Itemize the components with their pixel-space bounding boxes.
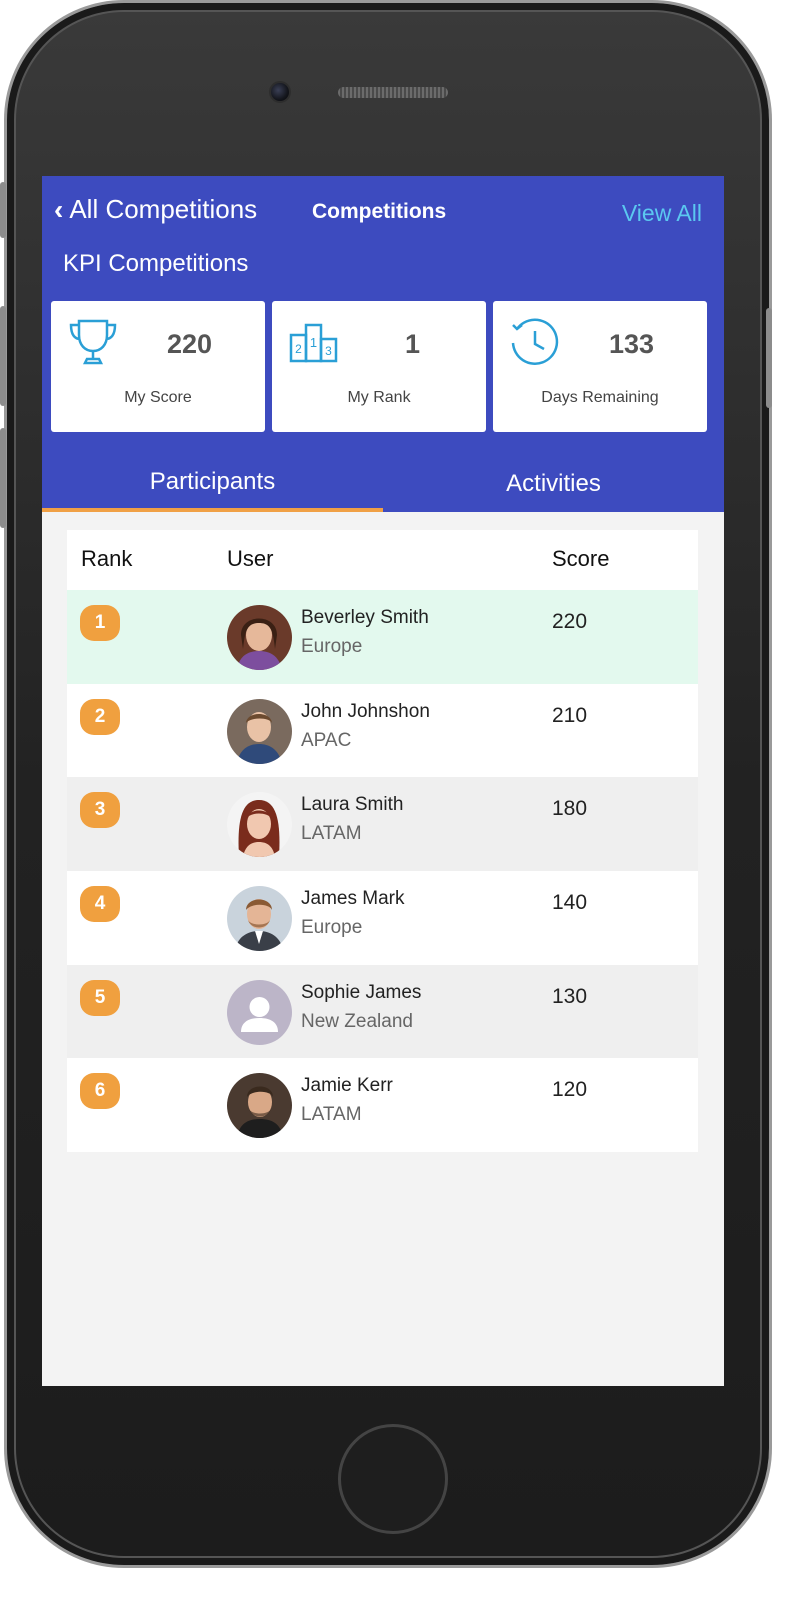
table-row[interactable]: 5 Sophie James New Zealand 130	[67, 964, 698, 1059]
user-name: John Johnshon	[301, 700, 430, 722]
user-name: James Mark	[301, 888, 405, 910]
page-title: Competitions	[312, 200, 447, 223]
days-remaining-label: Days Remaining	[541, 389, 659, 406]
tab-bar: Participants Activities	[42, 456, 724, 512]
trophy-icon	[69, 319, 117, 365]
avatar	[227, 886, 292, 952]
home-button[interactable]	[338, 1424, 448, 1534]
user-name: Jamie Kerr	[301, 1075, 393, 1097]
column-header-user: User	[227, 546, 274, 571]
volume-up-button	[0, 306, 6, 406]
score-value: 120	[552, 1078, 588, 1102]
rank-badge: 4	[80, 886, 120, 923]
my-score-card: 220 My Score	[51, 301, 265, 432]
table-row[interactable]: 1 Beverley Smith Europe 220	[67, 590, 698, 684]
my-rank-value: 1	[405, 329, 421, 359]
days-remaining-card: 133 Days Remaining	[493, 301, 707, 432]
app-screen: ‹ All Competitions Competitions View All…	[42, 176, 724, 1386]
svg-text:2: 2	[295, 342, 302, 356]
my-rank-label: My Rank	[347, 389, 411, 406]
user-region: Europe	[301, 917, 363, 939]
score-value: 220	[552, 610, 588, 633]
avatar	[227, 1073, 292, 1139]
score-value: 180	[552, 797, 588, 821]
score-value: 210	[552, 703, 588, 727]
back-to-all-competitions-link[interactable]: ‹ All Competitions	[54, 194, 257, 225]
podium-icon: 1 2 3	[289, 323, 338, 363]
avatar	[227, 605, 292, 670]
competition-name: KPI Competitions	[63, 250, 249, 277]
user-name: Beverley Smith	[301, 607, 429, 628]
my-score-value: 220	[167, 329, 213, 359]
user-region: LATAM	[301, 1104, 362, 1126]
user-region: APAC	[301, 729, 352, 751]
svg-text:1: 1	[310, 335, 317, 350]
rank-badge: 2	[80, 698, 120, 735]
front-camera	[269, 81, 291, 103]
user-name: Laura Smith	[301, 794, 404, 816]
earpiece-speaker	[338, 87, 448, 98]
rank-badge: 3	[80, 792, 120, 829]
rank-badge: 1	[80, 605, 120, 641]
column-header-score: Score	[552, 546, 610, 571]
avatar	[227, 792, 292, 858]
back-label: All Competitions	[69, 194, 258, 224]
power-button	[766, 308, 772, 408]
mute-switch	[0, 182, 6, 238]
volume-down-button	[0, 428, 6, 528]
svg-text:3: 3	[325, 344, 332, 358]
view-all-link[interactable]: View All	[622, 200, 702, 227]
rank-badge: 6	[80, 1073, 120, 1110]
header: ‹ All Competitions Competitions View All…	[42, 176, 724, 512]
table-row[interactable]: 4 James Mark Europe 140	[67, 871, 698, 965]
table-header: Rank User Score	[67, 530, 698, 590]
tab-activities[interactable]: Activities	[383, 456, 724, 512]
avatar-placeholder-icon	[227, 979, 292, 1045]
leaderboard-table: Rank User Score 1 Beverley Smith Europe …	[67, 530, 698, 1153]
chevron-left-icon: ‹	[54, 193, 64, 225]
days-remaining-value: 133	[609, 329, 655, 359]
my-rank-card: 1 2 3 1 My Rank	[272, 301, 486, 432]
my-score-label: My Score	[124, 389, 192, 406]
score-value: 140	[552, 891, 588, 915]
tab-participants[interactable]: Participants	[42, 456, 383, 512]
table-row[interactable]: 3 Laura Smith LATAM 180	[67, 777, 698, 872]
user-name: Sophie James	[301, 981, 422, 1003]
column-header-rank: Rank	[81, 546, 133, 571]
user-region: LATAM	[301, 823, 362, 845]
table-row[interactable]: 2 John Johnshon APAC 210	[67, 683, 698, 778]
clock-icon	[511, 318, 559, 365]
table-row[interactable]: 6 Jamie Kerr LATAM 120	[67, 1058, 698, 1153]
user-region: New Zealand	[301, 1010, 413, 1032]
user-region: Europe	[301, 636, 363, 657]
avatar	[227, 698, 292, 764]
rank-badge: 5	[80, 979, 120, 1016]
score-value: 130	[552, 984, 588, 1008]
